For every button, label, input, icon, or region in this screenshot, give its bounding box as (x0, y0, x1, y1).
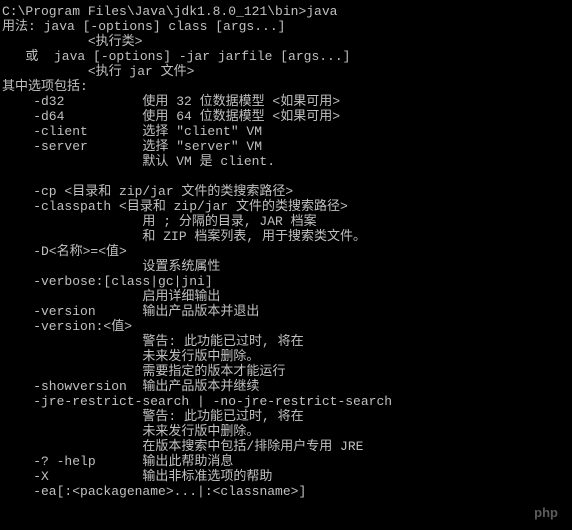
watermark-label: php (534, 505, 558, 520)
terminal-output[interactable]: C:\Program Files\Java\jdk1.8.0_121\bin>j… (0, 0, 572, 499)
command-prompt-line: C:\Program Files\Java\jdk1.8.0_121\bin>j… (2, 4, 337, 19)
output-body: 用法: java [-options] class [args...] <执行类… (2, 19, 392, 499)
